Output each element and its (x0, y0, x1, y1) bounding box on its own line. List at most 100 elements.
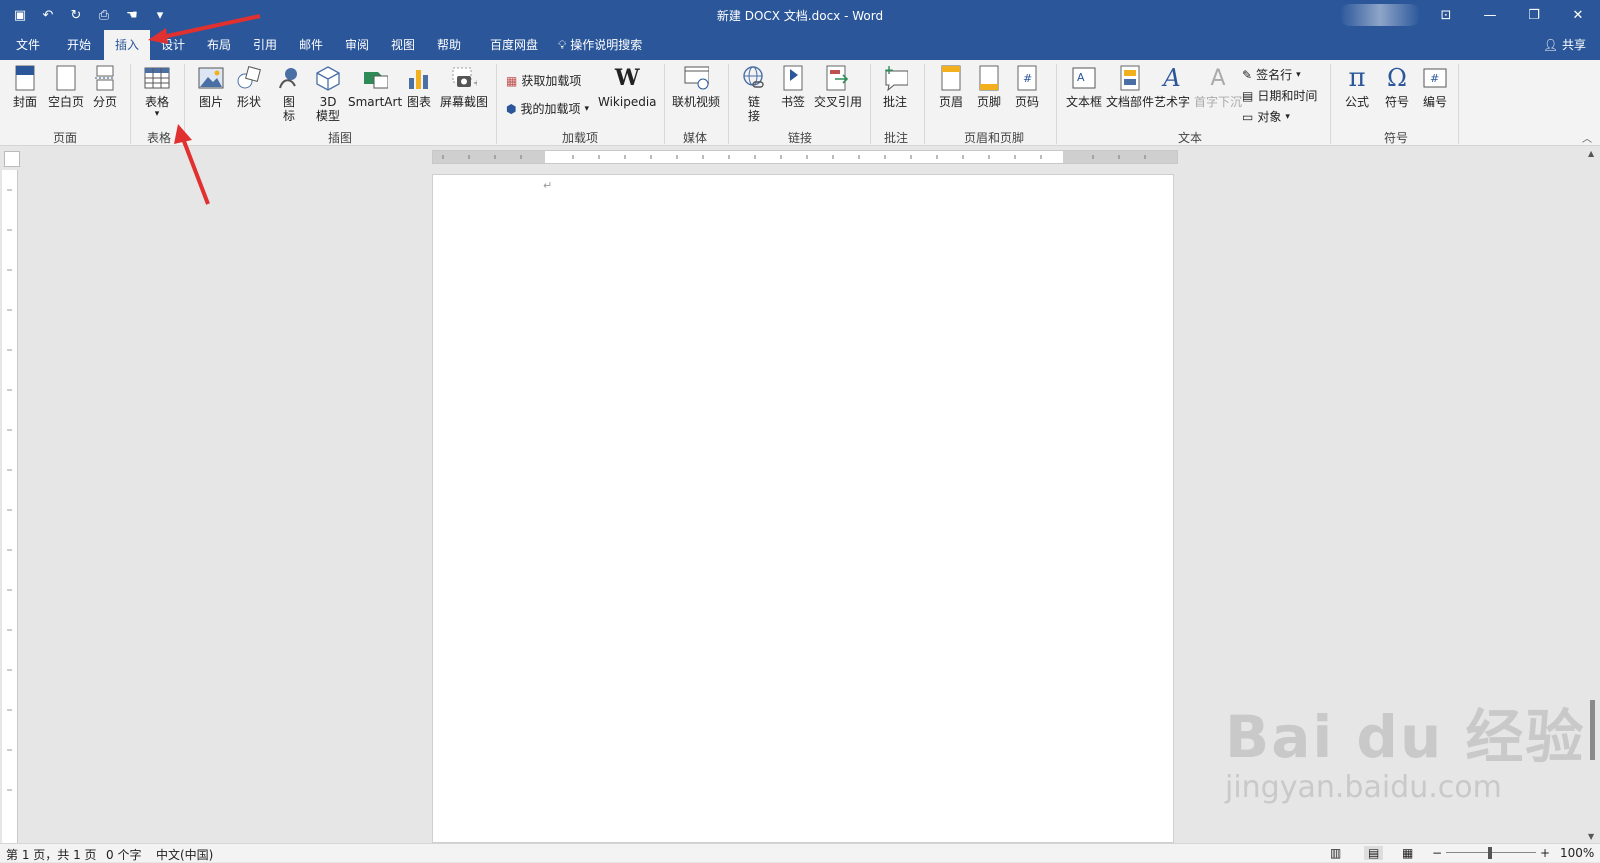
tab-file[interactable]: 文件 (10, 30, 46, 60)
language-indicator[interactable]: 中文(中国) (156, 846, 213, 863)
page-count[interactable]: 第 1 页，共 1 页 (6, 846, 97, 863)
chevron-down-icon: ▾ (584, 103, 590, 114)
horizontal-ruler[interactable] (432, 150, 1178, 164)
comment-icon: + (882, 64, 908, 92)
page-break-button[interactable]: 分页 (92, 64, 118, 109)
symbol-button[interactable]: Ω 符号 (1384, 64, 1410, 109)
table-icon (144, 64, 170, 92)
footer-button[interactable]: 页脚 (976, 64, 1002, 109)
group-label-addins: 加载项 (561, 131, 598, 145)
number-icon: # (1422, 64, 1448, 92)
drop-cap-icon: A (1210, 65, 1226, 91)
icons-button[interactable]: 图标 (276, 64, 302, 123)
globe-link-icon (741, 64, 767, 92)
header-button[interactable]: 页眉 (938, 64, 964, 109)
page-number-button[interactable]: # 页码 (1014, 64, 1040, 109)
scroll-up-icon[interactable]: ▲ (1588, 149, 1594, 158)
table-button[interactable]: 表格 ▾ (144, 64, 170, 121)
quick-parts-button[interactable]: 文档部件 (1106, 64, 1154, 109)
read-mode-icon[interactable]: ▥ (1330, 846, 1341, 860)
tell-me-search[interactable]: 💡︎ 操作说明搜索 (558, 30, 678, 60)
scroll-down-icon[interactable]: ▼ (1588, 832, 1594, 841)
equation-button[interactable]: π 公式 (1344, 63, 1370, 109)
account-avatar[interactable] (1340, 4, 1420, 26)
smartart-button[interactable]: SmartArt (348, 64, 402, 109)
zoom-out-icon[interactable]: − (1432, 846, 1442, 860)
online-video-icon (683, 64, 709, 92)
page-break-icon (92, 64, 118, 92)
blank-page-button[interactable]: 空白页 (48, 64, 84, 109)
close-icon[interactable]: ✕ (1556, 0, 1600, 30)
cover-page-button[interactable]: 封面 (12, 64, 38, 109)
tab-references[interactable]: 引用 (244, 30, 286, 60)
footer-icon (976, 64, 1002, 92)
chart-button[interactable]: 图表 (406, 64, 432, 109)
tab-review[interactable]: 审阅 (336, 30, 378, 60)
drop-cap-button[interactable]: A 首字下沉 (1194, 64, 1242, 110)
date-time-button[interactable]: ▤ 日期和时间 (1242, 87, 1317, 104)
shapes-button[interactable]: 形状 (236, 64, 262, 109)
zoom-in-icon[interactable]: + (1540, 846, 1550, 860)
restore-icon[interactable]: ❐ (1512, 0, 1556, 30)
chevron-down-icon: ▾ (1296, 69, 1301, 80)
vertical-ruler[interactable] (2, 170, 18, 843)
svg-text:+: + (884, 65, 894, 77)
minimize-icon[interactable]: — (1468, 0, 1512, 30)
cross-reference-icon (825, 64, 851, 92)
document-page[interactable]: ↵ (432, 174, 1174, 843)
get-addins-button[interactable]: ▦ 获取加载项 (506, 72, 581, 89)
tab-home[interactable]: 开始 (58, 30, 100, 60)
number-button[interactable]: # 编号 (1422, 64, 1448, 109)
object-button[interactable]: ▭ 对象 ▾ (1242, 108, 1290, 125)
my-addins-button[interactable]: ⬢ 我的加载项 ▾ (506, 100, 589, 117)
zoom-slider-thumb[interactable] (1488, 847, 1492, 859)
header-icon (938, 64, 964, 92)
online-video-button[interactable]: 联机视频 (672, 64, 720, 109)
group-label-header-footer: 页眉和页脚 (963, 131, 1024, 145)
cross-reference-button[interactable]: 交叉引用 (814, 64, 862, 109)
tab-selector[interactable] (4, 151, 20, 167)
screenshot-button[interactable]: + 屏幕截图 (440, 64, 488, 109)
tab-mailings[interactable]: 邮件 (290, 30, 332, 60)
smartart-icon (362, 64, 389, 92)
tab-view[interactable]: 视图 (382, 30, 424, 60)
shapes-icon (236, 64, 262, 92)
new-comment-button[interactable]: + 批注 (882, 64, 908, 109)
addins-icon: ⬢ (506, 101, 517, 116)
ribbon-display-options-icon[interactable]: ⊡ (1424, 0, 1468, 30)
text-box-button[interactable]: A 文本框 (1066, 64, 1102, 109)
wikipedia-button[interactable]: W Wikipedia (598, 64, 657, 109)
icons-icon (276, 64, 302, 92)
wikipedia-icon: W (614, 65, 640, 91)
print-layout-icon[interactable]: ▤ (1364, 846, 1384, 860)
tab-insert[interactable]: 插入 (104, 30, 150, 60)
wordart-button[interactable]: A 艺术字 (1154, 64, 1190, 109)
text-box-icon: A (1071, 64, 1097, 92)
collapse-ribbon-icon[interactable]: ︿ (1582, 130, 1592, 145)
tab-design[interactable]: 设计 (152, 30, 194, 60)
word-count[interactable]: 0 个字 (106, 846, 141, 863)
bookmark-button[interactable]: 书签 (780, 64, 806, 109)
group-label-pages: 页面 (52, 131, 77, 145)
object-icon: ▭ (1242, 109, 1254, 124)
separator (496, 64, 497, 144)
group-label-comments: 批注 (883, 131, 908, 145)
separator (664, 64, 665, 144)
store-icon: ▦ (506, 73, 518, 88)
scrollbar-thumb[interactable] (1590, 700, 1595, 760)
3d-models-button[interactable]: 3D模型 (314, 64, 342, 123)
blank-page-icon (53, 64, 79, 92)
tab-layout[interactable]: 布局 (198, 30, 240, 60)
tab-help[interactable]: 帮助 (428, 30, 470, 60)
signature-line-button[interactable]: ✎ 签名行 ▾ (1242, 66, 1301, 83)
link-button[interactable]: 链接 (740, 64, 768, 123)
separator (184, 64, 185, 144)
tab-baidu-netdisk[interactable]: 百度网盘 (486, 30, 542, 60)
paragraph-mark-icon: ↵ (543, 179, 553, 192)
zoom-level[interactable]: 100% (1560, 846, 1594, 860)
group-label-symbols: 符号 (1383, 131, 1408, 145)
share-button[interactable]: 👤︎ 共享 (1543, 30, 1586, 60)
picture-button[interactable]: 图片 (198, 64, 224, 109)
web-layout-icon[interactable]: ▦ (1402, 846, 1413, 860)
window-controls: ⊡ — ❐ ✕ (1424, 0, 1600, 30)
